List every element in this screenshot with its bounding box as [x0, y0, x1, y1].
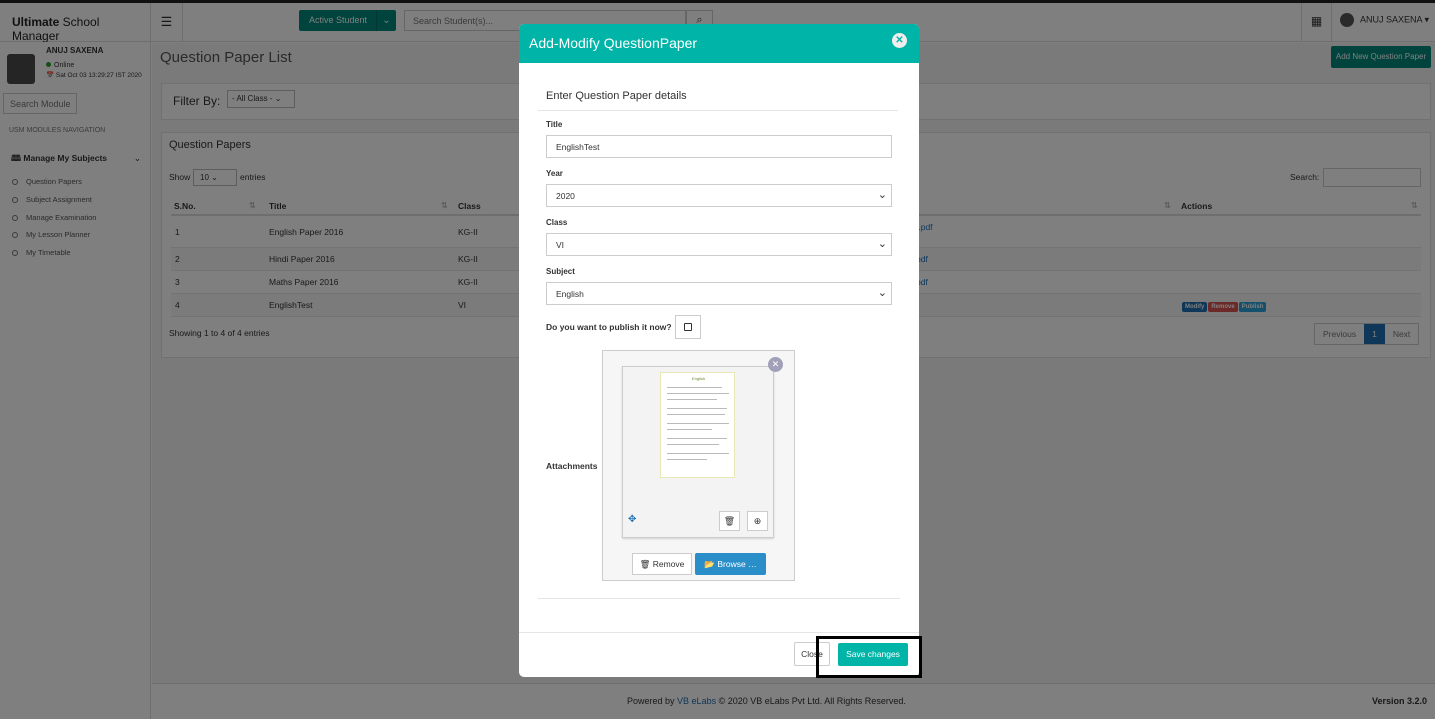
doc-text-line: [667, 444, 719, 445]
subject-select[interactable]: English ⌄: [546, 282, 892, 305]
year-select[interactable]: 2020 ⌄: [546, 184, 892, 207]
subject-value: English: [556, 289, 584, 299]
close-icon[interactable]: ✕: [892, 33, 907, 48]
doc-text-line: [667, 453, 729, 454]
doc-text-line: [667, 438, 727, 439]
trash-icon[interactable]: 🗑: [719, 511, 740, 531]
doc-text-line: [667, 429, 712, 430]
remove-file-icon[interactable]: ✕: [768, 357, 783, 372]
add-modify-question-paper-modal: Add-Modify QuestionPaper ✕ Enter Questio…: [519, 24, 919, 677]
zoom-icon[interactable]: ⊕: [747, 511, 768, 531]
class-label: Class: [546, 218, 568, 227]
move-icon[interactable]: ✥: [628, 514, 636, 525]
chevron-down-icon: ⌄: [877, 287, 887, 299]
divider: [538, 110, 898, 111]
doc-text-line: [667, 393, 729, 394]
doc-text-line: [667, 387, 722, 388]
doc-text-line: [667, 399, 717, 400]
doc-text-line: [667, 414, 725, 415]
year-value: 2020: [556, 191, 575, 201]
title-label: Title: [546, 120, 563, 129]
class-select[interactable]: VI ⌄: [546, 233, 892, 256]
chevron-down-icon: ⌄: [877, 189, 887, 201]
doc-text-line: [667, 408, 727, 409]
divider: [519, 632, 919, 633]
title-value: EnglishTest: [556, 142, 600, 152]
document-preview-image: English: [660, 372, 735, 478]
modal-title: Add-Modify QuestionPaper: [529, 35, 698, 51]
subject-label: Subject: [546, 267, 575, 276]
document-preview-title: English: [691, 376, 706, 381]
chevron-down-icon: ⌄: [877, 238, 887, 250]
attachments-label: Attachments: [546, 461, 598, 471]
publish-label: Do you want to publish it now?: [546, 322, 672, 332]
doc-text-line: [667, 459, 707, 460]
publish-checkbox[interactable]: [675, 315, 701, 339]
divider: [538, 598, 900, 599]
class-value: VI: [556, 240, 565, 250]
browse-file-button[interactable]: 📂 Browse …: [695, 553, 766, 575]
doc-text-line: [667, 423, 729, 424]
title-input[interactable]: EnglishTest: [546, 135, 892, 158]
year-label: Year: [546, 169, 563, 178]
remove-file-button[interactable]: 🗑 Remove: [632, 553, 692, 575]
form-legend: Enter Question Paper details: [546, 90, 687, 102]
highlight-box: [816, 636, 922, 678]
checkbox-icon: [684, 323, 692, 331]
